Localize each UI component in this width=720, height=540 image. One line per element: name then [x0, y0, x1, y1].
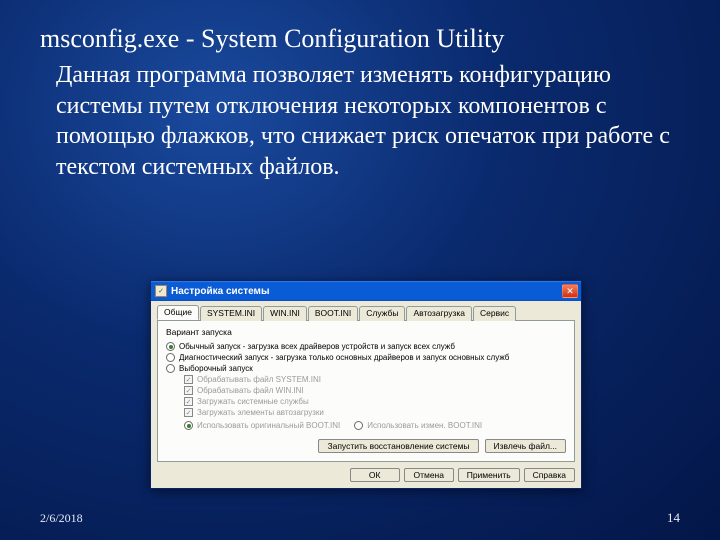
radio-label: Выборочный запуск	[179, 364, 253, 373]
checkbox-icon	[184, 397, 193, 406]
check-systemini: Обрабатывать файл SYSTEM.INI	[184, 374, 566, 385]
titlebar[interactable]: ✓ Настройка системы ✕	[151, 281, 581, 301]
radio-icon	[166, 364, 175, 373]
footer-page-number: 14	[667, 510, 680, 526]
radio-icon	[166, 353, 175, 362]
tab-bar: Общие SYSTEM.INI WIN.INI BOOT.INI Службы…	[157, 305, 575, 321]
app-icon: ✓	[155, 285, 167, 297]
radio-original-bootini: Использовать оригинальный BOOT.INI	[184, 420, 340, 431]
tab-services[interactable]: Службы	[359, 306, 405, 321]
check-services: Загружать системные службы	[184, 396, 566, 407]
tab-bootini[interactable]: BOOT.INI	[308, 306, 358, 321]
close-icon[interactable]: ✕	[562, 284, 578, 298]
footer-date: 2/6/2018	[40, 511, 83, 526]
tab-panel-general: Вариант запуска Обычный запуск - загрузк…	[157, 321, 575, 462]
check-label: Загружать системные службы	[197, 397, 309, 406]
check-label: Обрабатывать файл WIN.INI	[197, 386, 304, 395]
radio-normal-startup[interactable]: Обычный запуск - загрузка всех драйверов…	[166, 341, 566, 352]
radio-label: Использовать измен. BOOT.INI	[367, 421, 482, 430]
radio-selective-startup[interactable]: Выборочный запуск	[166, 363, 566, 374]
apply-button[interactable]: Применить	[458, 468, 520, 482]
help-button[interactable]: Справка	[524, 468, 575, 482]
check-startup-items: Загружать элементы автозагрузки	[184, 407, 566, 418]
system-restore-button[interactable]: Запустить восстановление системы	[318, 439, 478, 453]
check-winini: Обрабатывать файл WIN.INI	[184, 385, 566, 396]
radio-modified-bootini: Использовать измен. BOOT.INI	[354, 420, 482, 431]
msconfig-dialog: ✓ Настройка системы ✕ Общие SYSTEM.INI W…	[150, 280, 582, 489]
radio-label: Обычный запуск - загрузка всех драйверов…	[179, 342, 455, 351]
radio-icon	[184, 421, 193, 430]
tab-general[interactable]: Общие	[157, 305, 199, 320]
group-label-startup: Вариант запуска	[166, 327, 566, 337]
checkbox-icon	[184, 386, 193, 395]
checkbox-icon	[184, 375, 193, 384]
ok-button[interactable]: ОК	[350, 468, 400, 482]
cancel-button[interactable]: Отмена	[404, 468, 454, 482]
tab-systemini[interactable]: SYSTEM.INI	[200, 306, 262, 321]
check-label: Обрабатывать файл SYSTEM.INI	[197, 375, 321, 384]
slide-body: Данная программа позволяет изменять конф…	[40, 60, 680, 183]
checkbox-icon	[184, 408, 193, 417]
slide-title: msconfig.exe - System Configuration Util…	[40, 24, 680, 54]
extract-file-button[interactable]: Извлечь файл...	[485, 439, 566, 453]
radio-icon	[166, 342, 175, 351]
check-label: Загружать элементы автозагрузки	[197, 408, 324, 417]
tab-winini[interactable]: WIN.INI	[263, 306, 307, 321]
radio-label: Диагностический запуск - загрузка только…	[179, 353, 509, 362]
radio-diagnostic-startup[interactable]: Диагностический запуск - загрузка только…	[166, 352, 566, 363]
tab-startup[interactable]: Автозагрузка	[406, 306, 472, 321]
tab-tools[interactable]: Сервис	[473, 306, 516, 321]
radio-label: Использовать оригинальный BOOT.INI	[197, 421, 340, 430]
titlebar-text: Настройка системы	[171, 286, 561, 297]
radio-icon	[354, 421, 363, 430]
